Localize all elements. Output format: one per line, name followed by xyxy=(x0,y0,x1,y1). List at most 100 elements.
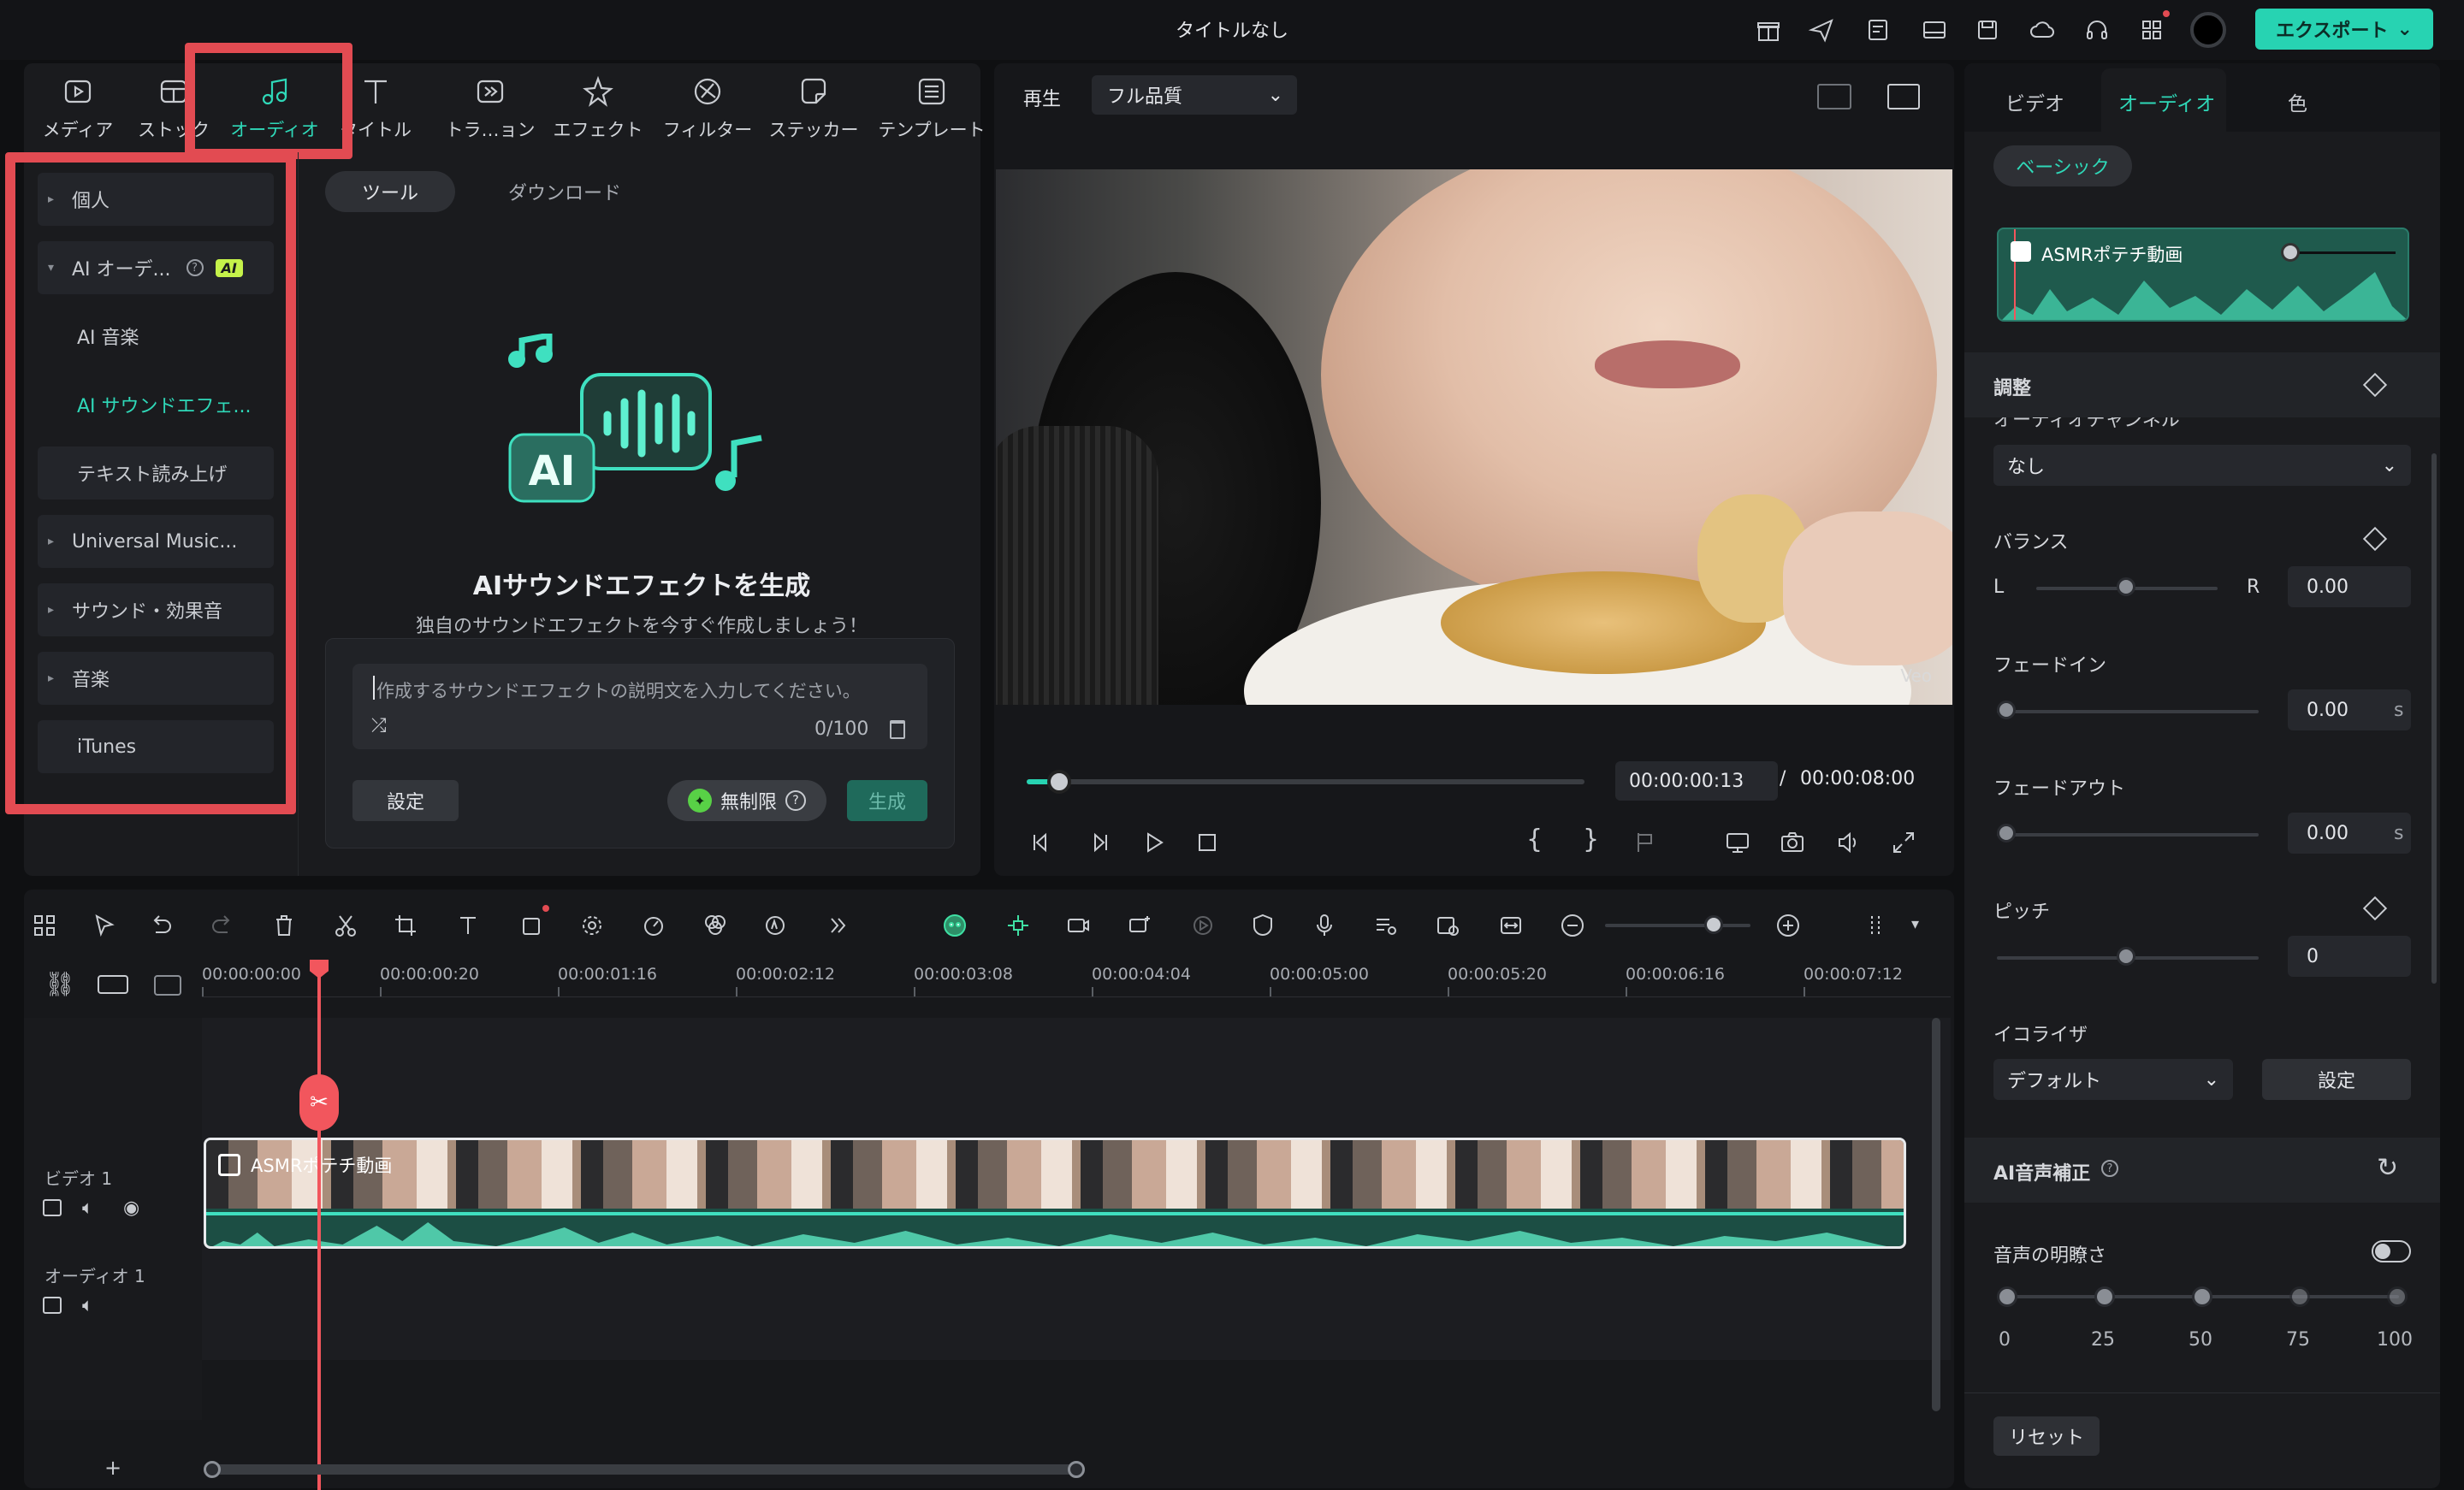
display-icon[interactable] xyxy=(1723,828,1752,860)
add-track-button[interactable]: + xyxy=(104,1456,121,1480)
speed-icon[interactable] xyxy=(635,907,672,944)
play-icon[interactable] xyxy=(1140,828,1169,860)
crop-icon[interactable] xyxy=(387,907,424,944)
save-icon[interactable] xyxy=(1971,14,2004,46)
track-add-icon[interactable] xyxy=(98,975,128,994)
mark-in-icon[interactable]: { xyxy=(1526,825,1543,854)
camera-track-icon[interactable] xyxy=(1059,907,1097,944)
shape-tool-icon[interactable] xyxy=(513,907,551,944)
grid-view-icon[interactable] xyxy=(1817,84,1851,109)
color-icon[interactable] xyxy=(696,907,734,944)
pitch-value-field[interactable]: 0 xyxy=(2288,936,2411,977)
layout-icon[interactable] xyxy=(1918,14,1951,46)
pitch-knob[interactable] xyxy=(2117,947,2135,966)
trash-icon[interactable] xyxy=(890,720,905,739)
zoom-slider[interactable] xyxy=(1605,924,1750,927)
apps-grid-icon[interactable] xyxy=(2135,14,2168,46)
clarity-tick-knob[interactable] xyxy=(2387,1286,2408,1307)
vertical-scrollbar[interactable] xyxy=(1932,1018,1940,1411)
generate-button[interactable]: 生成 xyxy=(847,780,927,821)
quality-select[interactable]: フル品質 ⌄ xyxy=(1092,75,1297,115)
fade-out-knob[interactable] xyxy=(1997,824,2016,843)
tab-media[interactable]: メディア xyxy=(27,74,128,145)
fade-in-value-field[interactable]: 0.00 xyxy=(2288,689,2411,730)
audio-clip-card[interactable]: ASMRポテチ動画 xyxy=(1997,228,2409,322)
gift-icon[interactable] xyxy=(1752,14,1785,46)
audio-card-volume-track[interactable] xyxy=(2289,251,2396,254)
zoom-out-icon[interactable] xyxy=(1554,907,1591,944)
sidebar-item-personal[interactable]: ▸ 個人 xyxy=(38,173,274,226)
equalizer-settings-button[interactable]: 設定 xyxy=(2262,1059,2411,1100)
sidebar-item-tts[interactable]: テキスト読み上げ xyxy=(38,446,274,500)
export-button[interactable]: エクスポート ⌄ xyxy=(2255,9,2433,50)
balance-value-field[interactable]: 0.00 xyxy=(2288,566,2411,607)
add-video-icon[interactable] xyxy=(1121,907,1158,944)
tab-tools[interactable]: ツール xyxy=(325,171,455,212)
next-frame-icon[interactable] xyxy=(1085,828,1114,860)
equalizer-select[interactable]: デフォルト ⌄ xyxy=(1993,1059,2233,1100)
tab-effect[interactable]: エフェクト xyxy=(548,74,649,145)
clarity-tick-knob[interactable] xyxy=(2289,1286,2310,1307)
unlimited-badge[interactable]: ✦ 無制限 ? xyxy=(667,780,826,821)
cloud-icon[interactable] xyxy=(2026,14,2058,46)
shield-icon[interactable] xyxy=(1244,907,1282,944)
fade-in-knob[interactable] xyxy=(1997,701,2016,719)
progress-track[interactable] xyxy=(1027,779,1584,784)
clarity-tick-knob[interactable] xyxy=(1997,1286,2017,1307)
undo-icon[interactable] xyxy=(142,907,180,944)
render-icon[interactable] xyxy=(1184,907,1222,944)
scroll-handle-left[interactable] xyxy=(204,1461,221,1478)
fit-width-icon[interactable] xyxy=(1492,907,1530,944)
scroll-handle-right[interactable] xyxy=(1068,1461,1085,1478)
tab-audio-props[interactable]: オーディオ xyxy=(2118,87,2215,116)
tab-sticker[interactable]: ステッカー xyxy=(763,74,864,145)
more-tools-icon[interactable] xyxy=(820,907,857,944)
prev-frame-icon[interactable] xyxy=(1027,828,1056,860)
avatar[interactable] xyxy=(2190,12,2226,48)
sidebar-item-itunes[interactable]: iTunes xyxy=(38,720,274,773)
tab-video[interactable]: ビデオ xyxy=(2005,87,2064,116)
current-time[interactable]: 00:00:00:13 xyxy=(1615,761,1778,801)
horizontal-scrollbar[interactable] xyxy=(210,1464,1078,1475)
prompt-input[interactable]: 作成するサウンドエフェクトの説明文を入力してください。 ⤮ 0/100 xyxy=(352,664,927,749)
help-icon[interactable]: ? xyxy=(186,259,204,276)
clarity-tick-knob[interactable] xyxy=(2192,1286,2212,1307)
sidebar-item-universal-music[interactable]: ▸ Universal Music... xyxy=(38,515,274,568)
stop-icon[interactable] xyxy=(1193,828,1222,860)
tab-color[interactable]: 色 xyxy=(2288,87,2307,116)
lock-icon[interactable] xyxy=(43,1199,62,1216)
audio-mix-icon[interactable] xyxy=(1367,907,1405,944)
headset-icon[interactable] xyxy=(2081,14,2113,46)
notes-icon[interactable] xyxy=(1862,14,1894,46)
audio-card-volume-knob[interactable] xyxy=(2281,243,2300,262)
balance-knob[interactable] xyxy=(2117,577,2135,596)
clarity-toggle[interactable] xyxy=(2372,1240,2411,1262)
link-icon[interactable]: ⛓ xyxy=(44,970,75,998)
lock-icon[interactable] xyxy=(43,1297,62,1314)
video-preview[interactable]: Veo xyxy=(996,169,1952,705)
fullscreen-icon[interactable] xyxy=(1889,828,1918,860)
sidebar-item-sound-effects[interactable]: ▸ サウンド・効果音 xyxy=(38,583,274,636)
properties-scrollbar[interactable] xyxy=(2431,453,2437,984)
sidebar-item-ai-audio[interactable]: ▾ AI オーデ...? AI xyxy=(38,241,274,294)
split-scissors-icon[interactable]: ✂ xyxy=(299,1074,339,1131)
speaker-icon[interactable]: 🔈︎ xyxy=(82,1295,93,1316)
sidebar-item-ai-music[interactable]: AI 音楽 xyxy=(38,310,274,363)
mark-out-icon[interactable]: } xyxy=(1583,825,1599,854)
marker-icon[interactable] xyxy=(1631,828,1660,860)
volume-icon[interactable] xyxy=(1834,828,1863,860)
layout-grid-icon[interactable] xyxy=(26,907,63,944)
snapshot-icon[interactable] xyxy=(1778,828,1807,860)
auto-highlight-icon[interactable] xyxy=(999,907,1037,944)
speaker-icon[interactable]: 🔈︎ xyxy=(82,1197,93,1219)
tab-filter[interactable]: フィルター xyxy=(657,74,758,145)
fade-in-slider[interactable] xyxy=(1997,710,2259,713)
fade-out-slider[interactable] xyxy=(1997,833,2259,837)
video-clip[interactable]: ASMRポテチ動画 xyxy=(204,1138,1906,1249)
refresh-icon[interactable]: ↻ xyxy=(2377,1153,2398,1183)
tab-transition[interactable]: トラ…ョン xyxy=(440,74,541,145)
timeline-ruler[interactable]: 00:00:00:00 00:00:00:20 00:00:01:16 00:00:0… xyxy=(202,958,1951,1001)
ai-tool-icon[interactable] xyxy=(756,907,794,944)
microphone-icon[interactable] xyxy=(1306,907,1343,944)
clarity-tick-knob[interactable] xyxy=(2094,1286,2115,1307)
